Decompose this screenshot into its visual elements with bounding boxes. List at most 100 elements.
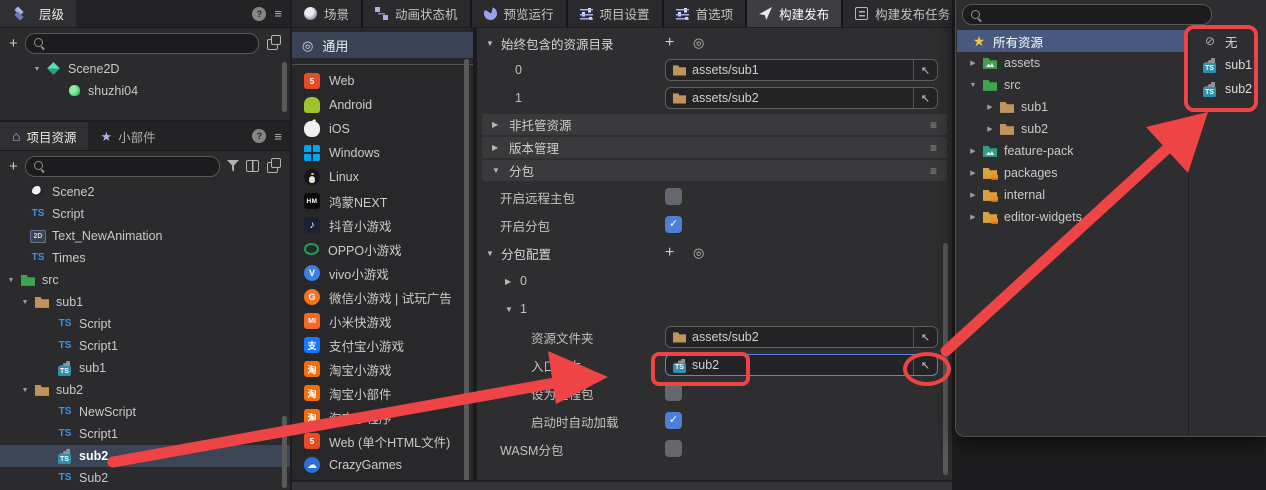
picker-tree-row[interactable]: ★ 所有资源 bbox=[957, 30, 1187, 52]
expand-arrow-icon[interactable]: ▼ bbox=[964, 82, 982, 89]
picker-result-item[interactable]: TS sub1 bbox=[1196, 53, 1266, 77]
expand-arrow-icon[interactable]: ▼ bbox=[2, 277, 20, 284]
asset-dir-field[interactable]: assets/sub2 ↖ bbox=[665, 87, 938, 109]
hierarchy-tree-row[interactable]: shuzhi04 bbox=[0, 80, 290, 102]
picker-search-input[interactable] bbox=[987, 8, 1204, 22]
subpackage-item-0[interactable]: ▶ 0 bbox=[477, 267, 952, 295]
platform-general-selected[interactable]: ◎ 通用 bbox=[292, 32, 473, 58]
asset-tree-row[interactable]: TS Script1 bbox=[0, 335, 290, 357]
settings-icon[interactable]: ◎ bbox=[693, 35, 704, 51]
add-entry-button[interactable]: + bbox=[665, 34, 674, 52]
collapse-icon[interactable]: ▼ bbox=[492, 166, 509, 175]
section-menu-icon[interactable]: ≡ bbox=[930, 164, 937, 178]
hierarchy-tree-row[interactable]: ▼ Scene2D bbox=[0, 58, 290, 80]
asset-tree-row[interactable]: TS sub2 bbox=[0, 445, 290, 467]
platform-item[interactable]: Linux bbox=[292, 165, 473, 189]
platform-item[interactable]: Android bbox=[292, 93, 473, 117]
panel-menu-icon[interactable]: ≡ bbox=[274, 7, 282, 20]
hierarchy-search[interactable] bbox=[25, 33, 259, 54]
platform-item[interactable]: 淘 淘宝小部件 bbox=[292, 381, 473, 405]
picker-tree-row[interactable]: ▶ sub1 bbox=[957, 96, 1187, 118]
platform-item[interactable]: 5 Web (单个HTML文件) bbox=[292, 429, 473, 453]
asset-tree-row[interactable]: TS Script bbox=[0, 313, 290, 335]
subpackage-config-header[interactable]: ▼ 分包配置 + ◎ bbox=[477, 239, 952, 267]
editor-tab[interactable]: 构建发布 bbox=[747, 0, 843, 27]
always-include-header[interactable]: ▼ 始终包含的资源目录 + ◎ bbox=[477, 30, 952, 56]
asset-folder-field[interactable]: assets/sub2 ↖ bbox=[665, 326, 938, 348]
asset-tree-row[interactable]: ▼ sub2 bbox=[0, 379, 290, 401]
asset-tree-row[interactable]: TS NewScript bbox=[0, 401, 290, 423]
picker-result-item[interactable]: TS sub2 bbox=[1196, 77, 1266, 101]
expand-arrow-icon[interactable]: ▶ bbox=[964, 169, 982, 177]
asset-tree-row[interactable]: Scene2 bbox=[0, 181, 290, 203]
settings-icon[interactable]: ◎ bbox=[693, 245, 704, 261]
asset-tree-row[interactable]: 2D Text_NewAnimation bbox=[0, 225, 290, 247]
add-asset-button[interactable]: + bbox=[9, 159, 18, 174]
platform-item[interactable]: 支 支付宝小游戏 bbox=[292, 333, 473, 357]
platform-item[interactable]: MI 小米快游戏 bbox=[292, 309, 473, 333]
assets-search-input[interactable] bbox=[50, 159, 212, 173]
enable-subpackage-checkbox[interactable] bbox=[665, 216, 682, 233]
asset-picker-icon[interactable]: ↖ bbox=[913, 88, 937, 108]
picker-tree-row[interactable]: ▶ internal bbox=[957, 184, 1187, 206]
asset-picker-icon[interactable]: ↖ bbox=[913, 327, 937, 347]
platform-item[interactable]: ☁ CrazyGames bbox=[292, 453, 473, 477]
remote-package-checkbox[interactable] bbox=[665, 384, 682, 401]
editor-tab[interactable]: 首选项 bbox=[664, 0, 748, 27]
platform-item[interactable]: 淘 淘宝小程序 bbox=[292, 405, 473, 429]
editor-tab[interactable]: 项目设置 bbox=[568, 0, 664, 27]
picker-tree-row[interactable]: ▶ editor-widgets bbox=[957, 206, 1187, 228]
picker-tree-row[interactable]: ▶ feature-pack bbox=[957, 140, 1187, 162]
split-view-icon[interactable] bbox=[246, 160, 259, 172]
hierarchy-scrollbar[interactable] bbox=[282, 62, 287, 112]
section-strip[interactable]: ▶ 非托管资源 ≡ bbox=[482, 114, 947, 135]
picker-search[interactable] bbox=[962, 4, 1212, 25]
collapse-icon[interactable]: ▶ bbox=[505, 277, 520, 286]
expand-arrow-icon[interactable]: ▶ bbox=[964, 59, 982, 67]
wasm-checkbox[interactable] bbox=[665, 440, 682, 457]
picker-tree-row[interactable]: ▶ sub2 bbox=[957, 118, 1187, 140]
editor-tab[interactable]: 预览运行 bbox=[472, 0, 568, 27]
platform-scrollbar[interactable] bbox=[464, 59, 469, 480]
platform-item[interactable]: 淘 淘宝小游戏 bbox=[292, 357, 473, 381]
asset-tree-row[interactable]: TS sub1 bbox=[0, 357, 290, 379]
platform-item[interactable]: HM 鸿蒙NEXT bbox=[292, 189, 473, 213]
settings-scrollbar[interactable] bbox=[943, 243, 948, 475]
editor-tab[interactable]: 场景 bbox=[292, 0, 363, 27]
filter-icon[interactable] bbox=[227, 160, 239, 172]
collapse-icon[interactable]: ▼ bbox=[486, 249, 501, 258]
hierarchy-search-input[interactable] bbox=[50, 36, 251, 50]
collapse-icon[interactable]: ▶ bbox=[492, 120, 509, 129]
section-menu-icon[interactable]: ≡ bbox=[930, 118, 937, 132]
expand-arrow-icon[interactable]: ▶ bbox=[964, 191, 982, 199]
panel-menu-icon[interactable]: ≡ bbox=[274, 130, 282, 143]
platform-item[interactable]: OPPO小游戏 bbox=[292, 237, 473, 261]
section-strip[interactable]: ▶ 版本管理 ≡ bbox=[482, 137, 947, 158]
editor-tab[interactable]: 动画状态机 bbox=[363, 0, 472, 27]
section-menu-icon[interactable]: ≡ bbox=[930, 141, 937, 155]
tab-widgets[interactable]: ★ 小部件 bbox=[88, 122, 167, 150]
picker-tree-row[interactable]: ▼ src bbox=[957, 74, 1187, 96]
tab-hierarchy[interactable]: 层级 bbox=[0, 0, 76, 27]
assets-scrollbar[interactable] bbox=[282, 416, 287, 488]
help-icon[interactable]: ? bbox=[252, 7, 266, 21]
expand-arrow-icon[interactable]: ▶ bbox=[964, 213, 982, 221]
section-strip[interactable]: ▼ 分包 ≡ bbox=[482, 160, 947, 181]
asset-tree-row[interactable]: TS Times bbox=[0, 247, 290, 269]
expand-arrow-icon[interactable]: ▼ bbox=[16, 299, 34, 306]
entry-script-picker-icon[interactable]: ↖ bbox=[913, 355, 937, 375]
stack-icon[interactable] bbox=[267, 162, 278, 173]
add-node-button[interactable]: + bbox=[9, 36, 18, 51]
asset-tree-row[interactable]: TS Script1 bbox=[0, 423, 290, 445]
asset-tree-row[interactable]: ▼ sub1 bbox=[0, 291, 290, 313]
subpackage-item-1[interactable]: ▼ 1 bbox=[477, 295, 952, 323]
platform-item[interactable]: iOS bbox=[292, 117, 473, 141]
expand-arrow-icon[interactable]: ▶ bbox=[981, 125, 999, 133]
expand-arrow-icon[interactable]: ▶ bbox=[964, 147, 982, 155]
editor-tab[interactable]: 构建发布任务 bbox=[843, 0, 952, 27]
collapse-icon[interactable]: ▶ bbox=[492, 143, 509, 152]
platform-item[interactable]: 5 Web bbox=[292, 69, 473, 93]
tab-project-assets[interactable]: ⌂ 项目资源 bbox=[0, 122, 88, 150]
expand-arrow-icon[interactable]: ▶ bbox=[981, 103, 999, 111]
add-subpackage-button[interactable]: + bbox=[665, 244, 674, 262]
